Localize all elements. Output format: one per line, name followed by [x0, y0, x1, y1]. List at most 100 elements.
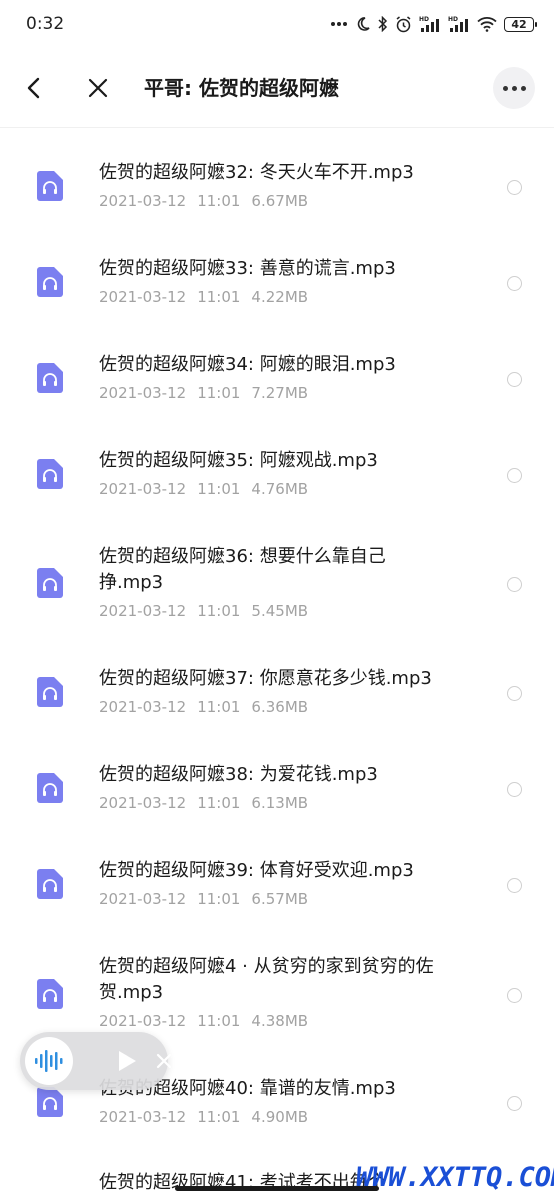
select-radio[interactable] — [507, 988, 522, 1003]
file-size: 6.67MB — [251, 192, 309, 210]
file-meta: 2021-03-12 11:01 4.38MB — [99, 1012, 479, 1030]
item-text: 佐贺的超级阿嬷36: 想要什么靠自己挣.mp3 2021-03-12 11:01 5… — [99, 544, 429, 620]
file-time: 11:01 — [197, 794, 241, 812]
list-item[interactable]: 佐贺的超级阿嬷35: 阿嬷观战.mp3 2021-03-12 11:01 4.76M… — [0, 416, 554, 512]
file-meta: 2021-03-12 11:01 6.67MB — [99, 192, 479, 210]
list-item[interactable]: 佐贺的超级阿嬷33: 善意的谎言.mp3 2021-03-12 11:01 4.22… — [0, 224, 554, 320]
file-size: 6.36MB — [251, 698, 309, 716]
file-meta: 2021-03-12 11:01 4.76MB — [99, 480, 479, 498]
file-name: 佐贺的超级阿嬷38: 为爱花钱.mp3 — [99, 764, 378, 785]
list-item[interactable]: 佐贺的超级阿嬷4 · 从贫穷的家到贫穷的佐贺.mp3 2021-03-12 11:… — [0, 922, 554, 1044]
alarm-icon — [396, 15, 411, 32]
audio-wave-button[interactable] — [25, 1037, 73, 1085]
file-size: 5.45MB — [251, 602, 309, 620]
more-dot — [520, 85, 526, 91]
status-icons: HD HD 42 — [330, 15, 537, 33]
file-name: 佐贺的超级阿嬷32: 冬天火车不开.mp3 — [99, 162, 414, 183]
file-date: 2021-03-12 — [99, 384, 187, 402]
file-size: 4.90MB — [251, 1108, 309, 1126]
select-radio[interactable] — [507, 782, 522, 797]
more-dot — [511, 85, 517, 91]
file-meta: 2021-03-12 11:01 6.36MB — [99, 698, 479, 716]
list-item[interactable]: 佐贺的超级阿嬷39: 体育好受欢迎.mp3 2021-03-12 11:01 6.5… — [0, 826, 554, 922]
file-time: 11:01 — [197, 698, 241, 716]
file-date: 2021-03-12 — [99, 698, 187, 716]
more-options-button[interactable] — [493, 67, 535, 109]
item-text: 佐贺的超级阿嬷39: 体育好受欢迎.mp3 2021-03-12 11:01 6.5… — [99, 858, 479, 908]
file-meta: 2021-03-12 11:01 4.90MB — [99, 1108, 479, 1126]
audio-file-icon — [37, 869, 63, 899]
item-text: 佐贺的超级阿嬷35: 阿嬷观战.mp3 2021-03-12 11:01 4.76M… — [99, 448, 479, 498]
file-size: 4.76MB — [251, 480, 309, 498]
audio-file-icon — [37, 267, 63, 297]
file-date: 2021-03-12 — [99, 1012, 187, 1030]
select-radio[interactable] — [507, 276, 522, 291]
file-time: 11:01 — [197, 890, 241, 908]
select-radio[interactable] — [507, 1096, 522, 1111]
select-radio[interactable] — [507, 686, 522, 701]
audio-file-icon — [37, 171, 63, 201]
svg-text:HD: HD — [419, 16, 429, 23]
file-time: 11:01 — [197, 602, 241, 620]
battery-indicator: 42 — [504, 16, 537, 32]
item-text: 佐贺的超级阿嬷33: 善意的谎言.mp3 2021-03-12 11:01 4.22… — [99, 256, 479, 306]
chevron-left-icon — [27, 77, 40, 99]
file-name: 佐贺的超级阿嬷4 · 从贫穷的家到贫穷的佐贺.mp3 — [99, 956, 434, 1003]
floating-player[interactable] — [20, 1032, 172, 1090]
item-text: 佐贺的超级阿嬷38: 为爱花钱.mp3 2021-03-12 11:01 6.13M… — [99, 762, 479, 812]
file-time: 11:01 — [197, 288, 241, 306]
more-dots-icon — [331, 22, 347, 26]
file-name: 佐贺的超级阿嬷39: 体育好受欢迎.mp3 — [99, 860, 414, 881]
file-time: 11:01 — [197, 192, 241, 210]
item-text: 佐贺的超级阿嬷32: 冬天火车不开.mp3 2021-03-12 11:01 6.6… — [99, 160, 479, 210]
close-icon — [88, 78, 108, 98]
file-size: 4.22MB — [251, 288, 309, 306]
more-dot — [502, 85, 508, 91]
back-button[interactable] — [13, 68, 53, 108]
signal-icon-1: HD — [419, 16, 439, 32]
file-name: 佐贺的超级阿嬷36: 想要什么靠自己挣.mp3 — [99, 546, 386, 593]
audio-file-icon — [37, 979, 63, 1009]
audio-file-icon — [37, 1087, 63, 1117]
file-time: 11:01 — [197, 1108, 241, 1126]
item-text: 佐贺的超级阿嬷4 · 从贫穷的家到贫穷的佐贺.mp3 2021-03-12 11:… — [99, 954, 479, 1030]
play-icon[interactable] — [116, 1049, 138, 1073]
file-name: 佐贺的超级阿嬷35: 阿嬷观战.mp3 — [99, 450, 378, 471]
audio-file-icon — [37, 363, 63, 393]
close-player-icon[interactable] — [156, 1053, 172, 1069]
file-meta: 2021-03-12 11:01 4.22MB — [99, 288, 479, 306]
audio-file-icon — [37, 677, 63, 707]
select-radio[interactable] — [507, 878, 522, 893]
file-name: 佐贺的超级阿嬷37: 你愿意花多少钱.mp3 — [99, 668, 432, 689]
file-date: 2021-03-12 — [99, 794, 187, 812]
select-radio[interactable] — [507, 468, 522, 483]
file-date: 2021-03-12 — [99, 480, 187, 498]
list-item[interactable]: 佐贺的超级阿嬷34: 阿嬷的眼泪.mp3 2021-03-12 11:01 7.27… — [0, 320, 554, 416]
item-text: 佐贺的超级阿嬷34: 阿嬷的眼泪.mp3 2021-03-12 11:01 7.27… — [99, 352, 479, 402]
list-item[interactable]: 佐贺的超级阿嬷37: 你愿意花多少钱.mp3 2021-03-12 11:01 6.… — [0, 634, 554, 730]
home-indicator[interactable] — [175, 1186, 379, 1191]
file-name: 佐贺的超级阿嬷34: 阿嬷的眼泪.mp3 — [99, 354, 396, 375]
select-radio[interactable] — [507, 180, 522, 195]
watermark: WWW.XXTTQ.COM — [356, 1162, 554, 1193]
file-size: 7.27MB — [251, 384, 309, 402]
status-bar: 0:32 HD HD 42 — [0, 0, 554, 48]
list-item[interactable]: 佐贺的超级阿嬷32: 冬天火车不开.mp3 2021-03-12 11:01 6.6… — [0, 128, 554, 224]
file-name: 佐贺的超级阿嬷33: 善意的谎言.mp3 — [99, 258, 396, 279]
header: 平哥: 佐贺的超级阿嬷 — [0, 48, 554, 128]
select-radio[interactable] — [507, 372, 522, 387]
file-meta: 2021-03-12 11:01 5.45MB — [99, 602, 429, 620]
list-item[interactable]: 佐贺的超级阿嬷36: 想要什么靠自己挣.mp3 2021-03-12 11:01 5… — [0, 512, 554, 634]
select-radio[interactable] — [507, 577, 522, 592]
file-time: 11:01 — [197, 480, 241, 498]
bluetooth-icon — [378, 16, 388, 32]
file-size: 6.13MB — [251, 794, 309, 812]
list-item[interactable]: 佐贺的超级阿嬷38: 为爱花钱.mp3 2021-03-12 11:01 6.13M… — [0, 730, 554, 826]
audio-file-icon — [37, 459, 63, 489]
file-meta: 2021-03-12 11:01 6.13MB — [99, 794, 479, 812]
wifi-icon — [477, 17, 497, 32]
file-date: 2021-03-12 — [99, 1108, 187, 1126]
page-title: 平哥: 佐贺的超级阿嬷 — [144, 76, 339, 100]
moon-icon — [357, 17, 370, 31]
close-button[interactable] — [78, 68, 118, 108]
